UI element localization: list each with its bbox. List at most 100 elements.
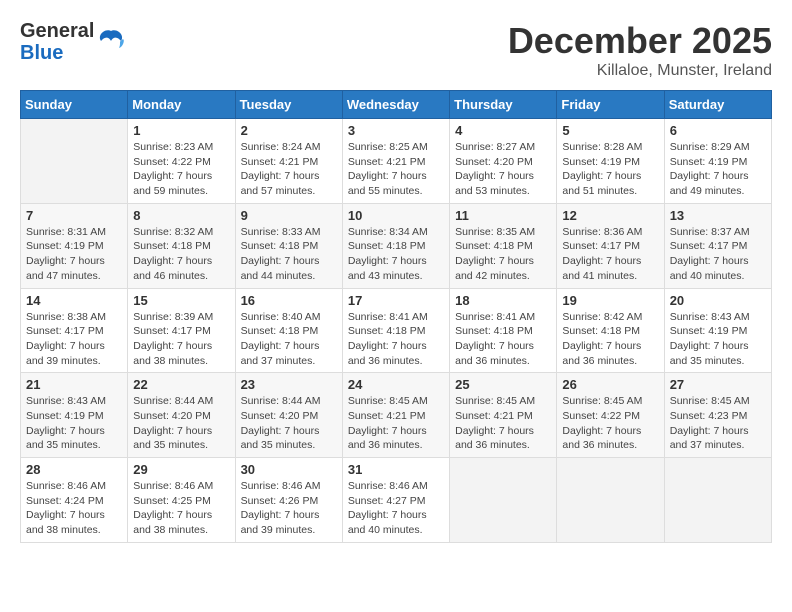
weekday-header-friday: Friday <box>557 91 664 119</box>
weekday-header-thursday: Thursday <box>450 91 557 119</box>
weekday-header-wednesday: Wednesday <box>342 91 449 119</box>
day-number: 24 <box>348 377 444 392</box>
weekday-header-saturday: Saturday <box>664 91 771 119</box>
calendar-cell: 10Sunrise: 8:34 AM Sunset: 4:18 PM Dayli… <box>342 203 449 288</box>
calendar-cell: 21 Sunrise: 8:43 AM Sunset: 4:19 PM Dayli… <box>21 373 128 458</box>
day-info: Sunrise: 8:28 AM Sunset: 4:19 PM Dayligh… <box>562 140 658 199</box>
day-number: 9 <box>241 208 337 223</box>
day-info: Sunrise: 8:45 AM Sunset: 4:22 PM Dayligh… <box>562 394 658 453</box>
calendar-cell <box>557 458 664 543</box>
calendar-week-row: 21 Sunrise: 8:43 AM Sunset: 4:19 PM Dayli… <box>21 373 772 458</box>
calendar-cell: 5Sunrise: 8:28 AM Sunset: 4:19 PM Daylig… <box>557 119 664 204</box>
logo: General Blue <box>20 20 125 64</box>
day-info: Sunrise: 8:45 AM Sunset: 4:21 PM Dayligh… <box>348 394 444 453</box>
calendar-cell: 8 Sunrise: 8:32 AM Sunset: 4:18 PM Daylig… <box>128 203 235 288</box>
day-info: Sunrise: 8:43 AM Sunset: 4:19 PM Dayligh… <box>670 310 766 369</box>
calendar-cell: 31 Sunrise: 8:46 AM Sunset: 4:27 PM Dayli… <box>342 458 449 543</box>
day-number: 11 <box>455 208 551 223</box>
day-info: Sunrise: 8:40 AM Sunset: 4:18 PM Dayligh… <box>241 310 337 369</box>
calendar-cell: 1Sunrise: 8:23 AM Sunset: 4:22 PM Daylig… <box>128 119 235 204</box>
day-info: Sunrise: 8:44 AM Sunset: 4:20 PM Dayligh… <box>241 394 337 453</box>
calendar-cell <box>664 458 771 543</box>
day-number: 4 <box>455 123 551 138</box>
weekday-header-sunday: Sunday <box>21 91 128 119</box>
calendar-cell: 14 Sunrise: 8:38 AM Sunset: 4:17 PM Dayli… <box>21 288 128 373</box>
calendar-cell: 26 Sunrise: 8:45 AM Sunset: 4:22 PM Dayli… <box>557 373 664 458</box>
day-number: 14 <box>26 293 122 308</box>
calendar-cell: 12 Sunrise: 8:36 AM Sunset: 4:17 PM Dayli… <box>557 203 664 288</box>
calendar-cell: 15Sunrise: 8:39 AM Sunset: 4:17 PM Dayli… <box>128 288 235 373</box>
day-info: Sunrise: 8:31 AM Sunset: 4:19 PM Dayligh… <box>26 225 122 284</box>
day-info: Sunrise: 8:24 AM Sunset: 4:21 PM Dayligh… <box>241 140 337 199</box>
calendar-cell: 20 Sunrise: 8:43 AM Sunset: 4:19 PM Dayli… <box>664 288 771 373</box>
day-info: Sunrise: 8:34 AM Sunset: 4:18 PM Dayligh… <box>348 225 444 284</box>
day-number: 22 <box>133 377 229 392</box>
day-info: Sunrise: 8:36 AM Sunset: 4:17 PM Dayligh… <box>562 225 658 284</box>
calendar-cell: 22 Sunrise: 8:44 AM Sunset: 4:20 PM Dayli… <box>128 373 235 458</box>
day-info: Sunrise: 8:44 AM Sunset: 4:20 PM Dayligh… <box>133 394 229 453</box>
calendar-cell: 27Sunrise: 8:45 AM Sunset: 4:23 PM Dayli… <box>664 373 771 458</box>
day-number: 16 <box>241 293 337 308</box>
day-info: Sunrise: 8:38 AM Sunset: 4:17 PM Dayligh… <box>26 310 122 369</box>
day-number: 20 <box>670 293 766 308</box>
day-number: 28 <box>26 462 122 477</box>
weekday-header-tuesday: Tuesday <box>235 91 342 119</box>
day-number: 19 <box>562 293 658 308</box>
day-info: Sunrise: 8:23 AM Sunset: 4:22 PM Dayligh… <box>133 140 229 199</box>
day-number: 3 <box>348 123 444 138</box>
day-info: Sunrise: 8:43 AM Sunset: 4:19 PM Dayligh… <box>26 394 122 453</box>
calendar-cell: 9 Sunrise: 8:33 AM Sunset: 4:18 PM Daylig… <box>235 203 342 288</box>
day-info: Sunrise: 8:35 AM Sunset: 4:18 PM Dayligh… <box>455 225 551 284</box>
calendar-week-row: 14 Sunrise: 8:38 AM Sunset: 4:17 PM Dayli… <box>21 288 772 373</box>
calendar-cell: 17 Sunrise: 8:41 AM Sunset: 4:18 PM Dayli… <box>342 288 449 373</box>
calendar-week-row: 1Sunrise: 8:23 AM Sunset: 4:22 PM Daylig… <box>21 119 772 204</box>
day-info: Sunrise: 8:37 AM Sunset: 4:17 PM Dayligh… <box>670 225 766 284</box>
calendar-cell: 3 Sunrise: 8:25 AM Sunset: 4:21 PM Daylig… <box>342 119 449 204</box>
calendar-cell: 29Sunrise: 8:46 AM Sunset: 4:25 PM Dayli… <box>128 458 235 543</box>
calendar-cell: 23Sunrise: 8:44 AM Sunset: 4:20 PM Dayli… <box>235 373 342 458</box>
day-number: 12 <box>562 208 658 223</box>
day-number: 21 <box>26 377 122 392</box>
day-info: Sunrise: 8:25 AM Sunset: 4:21 PM Dayligh… <box>348 140 444 199</box>
day-number: 31 <box>348 462 444 477</box>
day-number: 7 <box>26 208 122 223</box>
day-number: 26 <box>562 377 658 392</box>
day-info: Sunrise: 8:46 AM Sunset: 4:27 PM Dayligh… <box>348 479 444 538</box>
day-number: 13 <box>670 208 766 223</box>
calendar-cell: 11 Sunrise: 8:35 AM Sunset: 4:18 PM Dayli… <box>450 203 557 288</box>
day-info: Sunrise: 8:27 AM Sunset: 4:20 PM Dayligh… <box>455 140 551 199</box>
day-number: 2 <box>241 123 337 138</box>
calendar-cell: 24 Sunrise: 8:45 AM Sunset: 4:21 PM Dayli… <box>342 373 449 458</box>
calendar-cell: 13 Sunrise: 8:37 AM Sunset: 4:17 PM Dayli… <box>664 203 771 288</box>
calendar-body: 1Sunrise: 8:23 AM Sunset: 4:22 PM Daylig… <box>21 119 772 543</box>
day-info: Sunrise: 8:33 AM Sunset: 4:18 PM Dayligh… <box>241 225 337 284</box>
day-number: 30 <box>241 462 337 477</box>
day-number: 15 <box>133 293 229 308</box>
calendar-week-row: 28 Sunrise: 8:46 AM Sunset: 4:24 PM Dayli… <box>21 458 772 543</box>
day-info: Sunrise: 8:45 AM Sunset: 4:23 PM Dayligh… <box>670 394 766 453</box>
day-number: 18 <box>455 293 551 308</box>
day-info: Sunrise: 8:46 AM Sunset: 4:26 PM Dayligh… <box>241 479 337 538</box>
day-info: Sunrise: 8:46 AM Sunset: 4:25 PM Dayligh… <box>133 479 229 538</box>
calendar-cell <box>21 119 128 204</box>
day-info: Sunrise: 8:42 AM Sunset: 4:18 PM Dayligh… <box>562 310 658 369</box>
calendar-cell: 16 Sunrise: 8:40 AM Sunset: 4:18 PM Dayli… <box>235 288 342 373</box>
calendar-cell: 30 Sunrise: 8:46 AM Sunset: 4:26 PM Dayli… <box>235 458 342 543</box>
day-number: 6 <box>670 123 766 138</box>
location-text: Killaloe, Munster, Ireland <box>508 62 772 80</box>
calendar-header-row: SundayMondayTuesdayWednesdayThursdayFrid… <box>21 91 772 119</box>
day-number: 8 <box>133 208 229 223</box>
calendar-cell: 28 Sunrise: 8:46 AM Sunset: 4:24 PM Dayli… <box>21 458 128 543</box>
calendar-week-row: 7 Sunrise: 8:31 AM Sunset: 4:19 PM Daylig… <box>21 203 772 288</box>
calendar-cell <box>450 458 557 543</box>
page-header: General Blue December 2025 Killaloe, Mun… <box>20 20 772 80</box>
day-info: Sunrise: 8:46 AM Sunset: 4:24 PM Dayligh… <box>26 479 122 538</box>
day-info: Sunrise: 8:41 AM Sunset: 4:18 PM Dayligh… <box>348 310 444 369</box>
title-block: December 2025 Killaloe, Munster, Ireland <box>508 20 772 80</box>
calendar-cell: 19 Sunrise: 8:42 AM Sunset: 4:18 PM Dayli… <box>557 288 664 373</box>
calendar-cell: 18Sunrise: 8:41 AM Sunset: 4:18 PM Dayli… <box>450 288 557 373</box>
day-info: Sunrise: 8:32 AM Sunset: 4:18 PM Dayligh… <box>133 225 229 284</box>
logo-bird-icon <box>97 28 125 56</box>
day-number: 17 <box>348 293 444 308</box>
calendar-cell: 2 Sunrise: 8:24 AM Sunset: 4:21 PM Daylig… <box>235 119 342 204</box>
